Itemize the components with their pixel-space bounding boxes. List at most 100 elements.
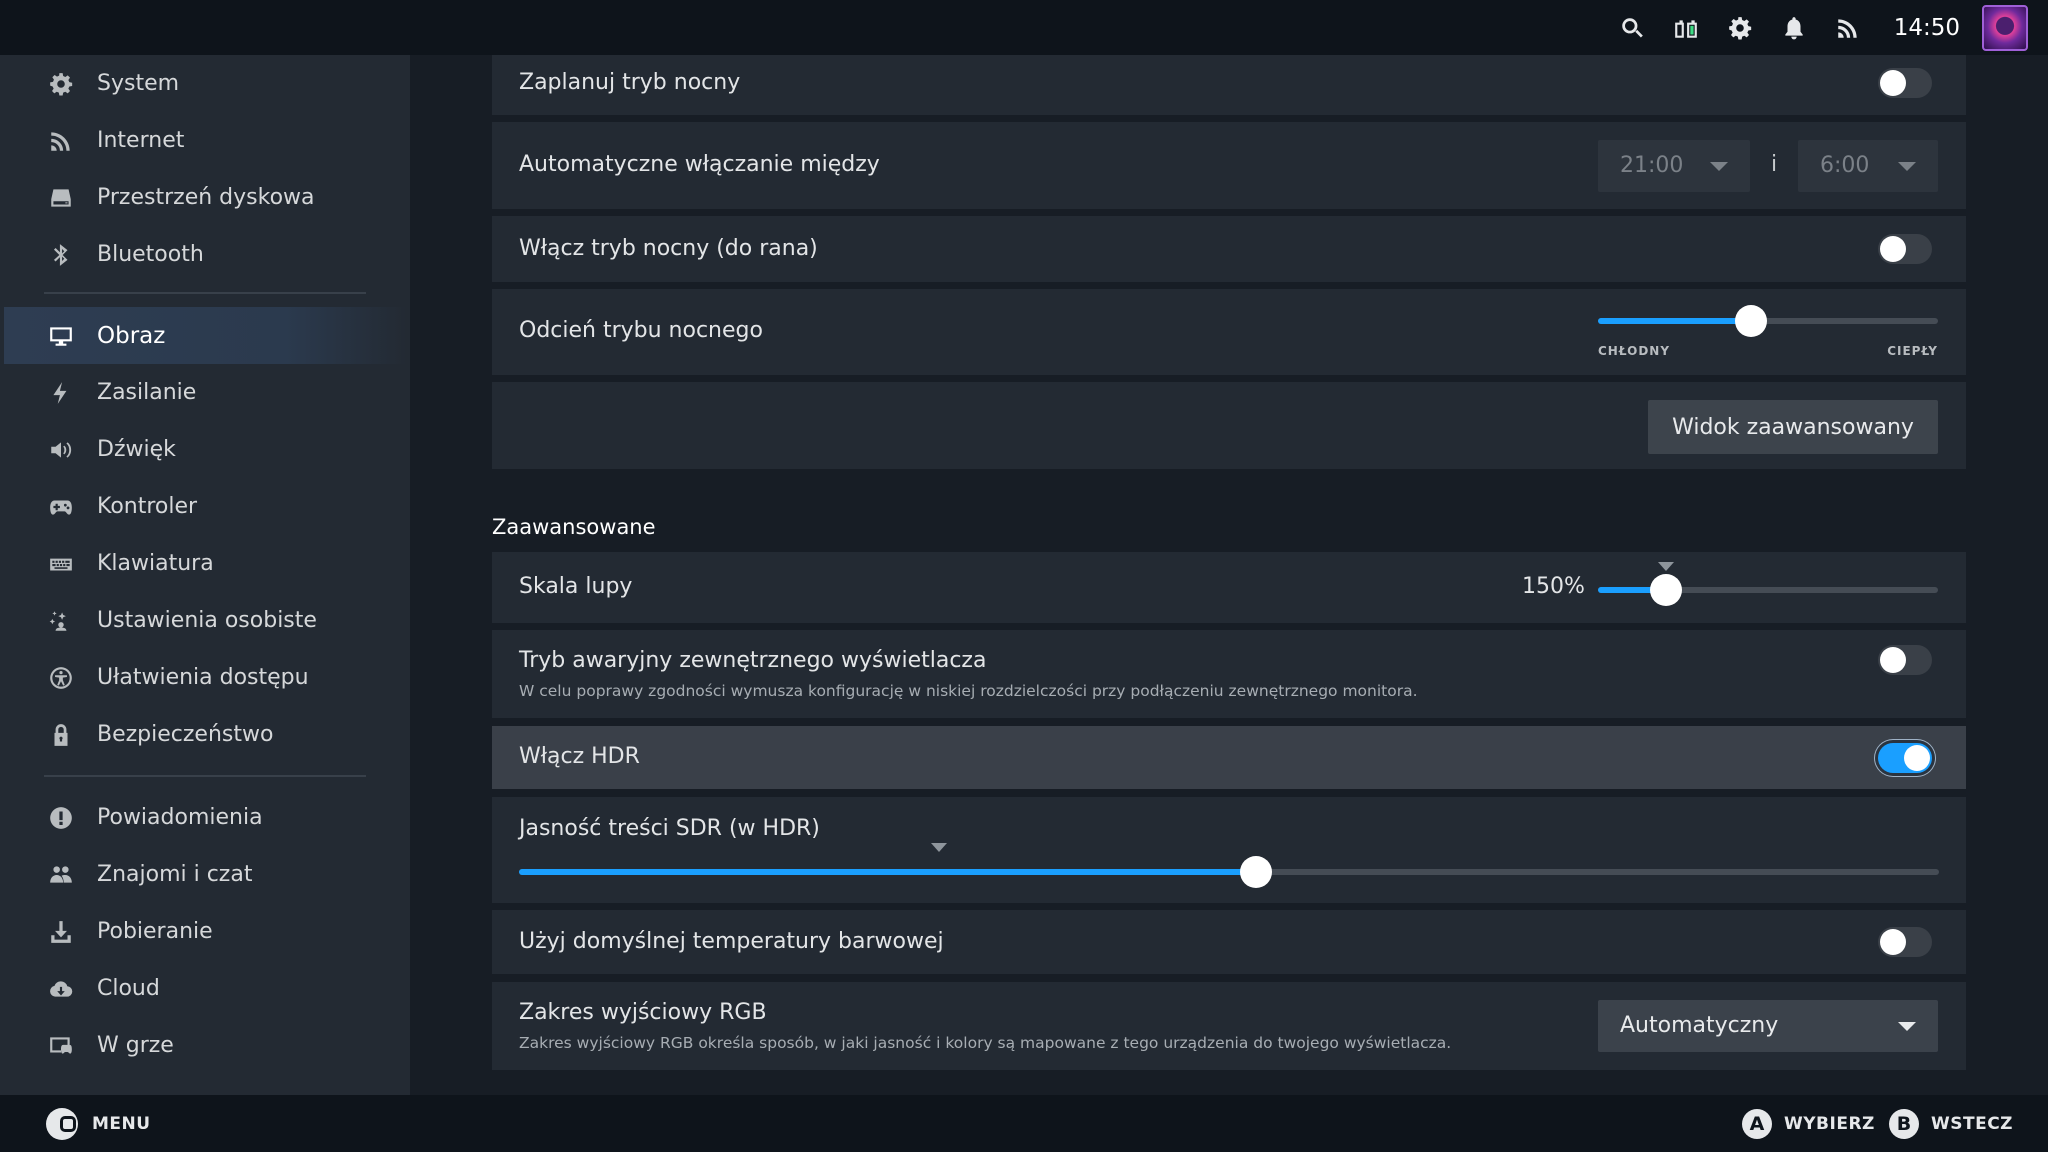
magnifier-value: 150% — [1522, 574, 1585, 599]
toggle-knob — [1880, 236, 1906, 262]
slider-thumb[interactable] — [1650, 574, 1682, 606]
search-icon[interactable] — [1616, 12, 1648, 44]
end-time-dropdown[interactable]: 6:00 — [1798, 140, 1938, 192]
back-hint-label: WSTECZ — [1931, 1113, 2014, 1134]
a-button-icon: A — [1742, 1108, 1772, 1139]
setting-row-hdr[interactable]: Włącz HDR — [492, 726, 1966, 789]
sidebar-item-accessibility[interactable]: Ułatwienia dostępu — [4, 649, 406, 706]
bell-icon[interactable] — [1778, 12, 1810, 44]
bottom-bar: MENU A WYBIERZ B WSTECZ — [0, 1095, 2048, 1152]
setting-label: Użyj domyślnej temperatury barwowej — [519, 929, 944, 954]
keyboard-icon — [46, 549, 76, 579]
toggle-knob — [1880, 647, 1906, 673]
alert-icon — [46, 803, 76, 833]
sidebar-item-controller[interactable]: Kontroler — [4, 478, 406, 535]
setting-row-auto-between: Automatyczne włączanie między 21:00 i 6:… — [492, 122, 1966, 209]
wifi-icon[interactable] — [1832, 12, 1864, 44]
setting-row-rgb-range: Zakres wyjściowy RGB Zakres wyjściowy RG… — [492, 982, 1966, 1070]
sidebar-item-keyboard[interactable]: Klawiatura — [4, 535, 406, 592]
setting-row-default-color-temp[interactable]: Użyj domyślnej temperatury barwowej — [492, 910, 1966, 974]
magnifier-slider[interactable] — [1598, 562, 1938, 606]
toggle-knob — [1880, 929, 1906, 955]
sidebar-item-customization[interactable]: Ustawienia osobiste — [4, 592, 406, 649]
night-schedule-toggle[interactable] — [1878, 68, 1932, 98]
gamepad-icon — [46, 492, 76, 522]
sidebar-item-label: Przestrzeń dyskowa — [97, 185, 315, 210]
default-marker — [1658, 562, 1674, 571]
wifi-icon — [46, 126, 76, 156]
slider-thumb[interactable] — [1735, 305, 1767, 337]
top-status-icons: 14:50 — [1594, 0, 2028, 55]
lightning-icon — [46, 378, 76, 408]
sidebar-item-label: Powiadomienia — [97, 805, 263, 830]
sidebar-item-ingame[interactable]: W grze — [4, 1017, 406, 1074]
sidebar-item-label: Dźwięk — [97, 437, 176, 462]
sidebar-item-label: Klawiatura — [97, 551, 214, 576]
sidebar-item-sound[interactable]: Dźwięk — [4, 421, 406, 478]
external-failsafe-toggle[interactable] — [1878, 645, 1932, 675]
sidebar-item-bluetooth[interactable]: Bluetooth — [4, 226, 406, 283]
sidebar-item-display[interactable]: Obraz — [4, 307, 406, 364]
sidebar-item-notifications[interactable]: Powiadomienia — [4, 789, 406, 846]
default-color-temp-toggle[interactable] — [1878, 927, 1932, 957]
gear-icon — [46, 69, 76, 99]
night-tint-slider[interactable] — [1598, 305, 1938, 337]
hdr-toggle[interactable] — [1878, 743, 1932, 773]
sidebar-item-cloud[interactable]: Cloud — [4, 960, 406, 1017]
sidebar-item-security[interactable]: Bezpieczeństwo — [4, 706, 406, 763]
steam-logo-icon — [46, 1107, 78, 1140]
menu-button[interactable]: MENU — [46, 1095, 151, 1152]
friends-icon — [46, 860, 76, 890]
range-connector-text: i — [1771, 152, 1778, 177]
slider-min-label: CHŁODNY — [1598, 344, 1671, 358]
sidebar-item-internet[interactable]: Internet — [4, 112, 406, 169]
sidebar-item-label: Kontroler — [97, 494, 198, 519]
monitor-icon — [46, 321, 76, 351]
slider-max-label: CIEPŁY — [1887, 344, 1938, 358]
sidebar-item-downloads[interactable]: Pobieranie — [4, 903, 406, 960]
sidebar-item-power[interactable]: Zasilanie — [4, 364, 406, 421]
chevron-down-icon — [1898, 1022, 1916, 1031]
b-button-icon: B — [1889, 1108, 1919, 1139]
sidebar-divider — [44, 292, 366, 294]
sidebar-item-label: Obraz — [97, 322, 166, 349]
user-avatar[interactable] — [1982, 4, 2028, 51]
chevron-down-icon — [1898, 162, 1916, 171]
setting-row-magnifier-scale: Skala lupy 150% — [492, 552, 1966, 623]
lock-icon — [46, 720, 76, 750]
menu-label: MENU — [92, 1113, 151, 1134]
sidebar-item-system[interactable]: System — [4, 55, 406, 112]
dropdown-value: 6:00 — [1820, 153, 1870, 178]
sidebar-item-label: Bluetooth — [97, 242, 204, 267]
sidebar-item-label: Internet — [97, 128, 185, 153]
slider-thumb[interactable] — [1240, 856, 1272, 888]
setting-label: Jasność treści SDR (w HDR) — [519, 816, 820, 841]
sidebar-item-label: Cloud — [97, 976, 160, 1001]
slider-fill — [519, 869, 1256, 875]
start-time-dropdown[interactable]: 21:00 — [1598, 140, 1750, 192]
rgb-range-dropdown[interactable]: Automatyczny — [1598, 1000, 1938, 1052]
sidebar-item-storage[interactable]: Przestrzeń dyskowa — [4, 169, 406, 226]
sidebar-item-label: Ułatwienia dostępu — [97, 665, 309, 690]
back-hint[interactable]: B WSTECZ — [1889, 1095, 2013, 1152]
setting-row-external-failsafe[interactable]: Tryb awaryjny zewnętrznego wyświetlacza … — [492, 630, 1966, 718]
setting-label: Skala lupy — [519, 574, 633, 599]
toggle-knob — [1904, 745, 1930, 771]
sdr-brightness-slider[interactable] — [519, 843, 1939, 888]
setting-label: Włącz HDR — [519, 744, 640, 769]
sidebar-item-friends[interactable]: Znajomi i czat — [4, 846, 406, 903]
setting-row-night-until-morning[interactable]: Włącz tryb nocny (do rana) — [492, 216, 1966, 282]
advanced-view-button[interactable]: Widok zaawansowany — [1648, 400, 1938, 454]
sidebar-item-label: Zasilanie — [97, 380, 197, 405]
setting-row-night-schedule[interactable]: Zaplanuj tryb nocny — [492, 55, 1966, 115]
select-hint[interactable]: A WYBIERZ — [1742, 1095, 1875, 1152]
gear-icon[interactable] — [1724, 12, 1756, 44]
setting-row-sdr-brightness: Jasność treści SDR (w HDR) — [492, 797, 1966, 903]
download-icon — [46, 917, 76, 947]
night-until-morning-toggle[interactable] — [1878, 234, 1932, 264]
battery-icon[interactable] — [1670, 12, 1702, 44]
bluetooth-icon — [46, 240, 76, 270]
setting-label: Automatyczne włączanie między — [519, 152, 880, 177]
clock: 14:50 — [1893, 14, 1960, 41]
speaker-icon — [46, 435, 76, 465]
